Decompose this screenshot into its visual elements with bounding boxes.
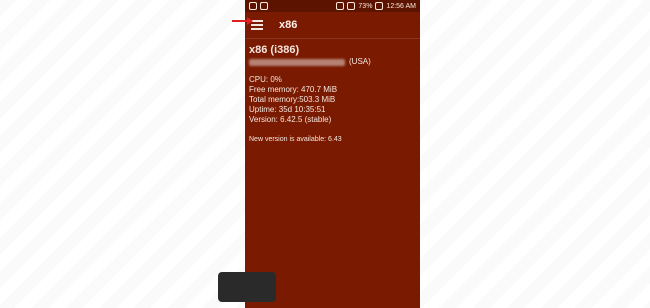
signal-icon [347,2,356,10]
device-info: x86 (i386) (USA) CPU: 0% Free memory: 47… [245,39,420,149]
battery-icon [375,2,384,10]
phone-icon [260,2,268,10]
user-row: (USA) [249,57,416,67]
device-name: x86 (i386) [249,44,300,56]
stat-free-memory: Free memory: 470.7 MiB [249,85,338,94]
region-label: (USA) [349,57,371,66]
pointer-arrow-icon [232,17,253,25]
redacted-account [249,58,345,66]
notification-icon [249,2,257,10]
update-notice: New version is available: 6.43 [249,136,342,143]
toolbar-title: x86 [279,19,298,31]
wifi-icon [336,2,345,10]
status-right: 73% 12:56 AM [336,2,416,10]
stats-list: CPU: 0% Free memory: 470.7 MiB Total mem… [249,75,416,125]
brand-logo [218,272,276,302]
battery-text: 73% [358,2,373,10]
stat-version: Version: 6.42.5 (stable) [249,115,332,124]
stat-uptime: Uptime: 35d 10:35:51 [249,105,326,114]
stat-total-memory: Total memory:503.3 MiB [249,95,336,104]
status-bar: 73% 12:56 AM [245,0,420,12]
app-toolbar: x86 [245,12,420,39]
status-left-icons [249,2,268,10]
stat-cpu: CPU: 0% [249,75,282,84]
phone-screen: 73% 12:56 AM x86 x86 (i386) (USA) CPU: 0… [245,0,420,308]
clock: 12:56 AM [386,2,416,10]
